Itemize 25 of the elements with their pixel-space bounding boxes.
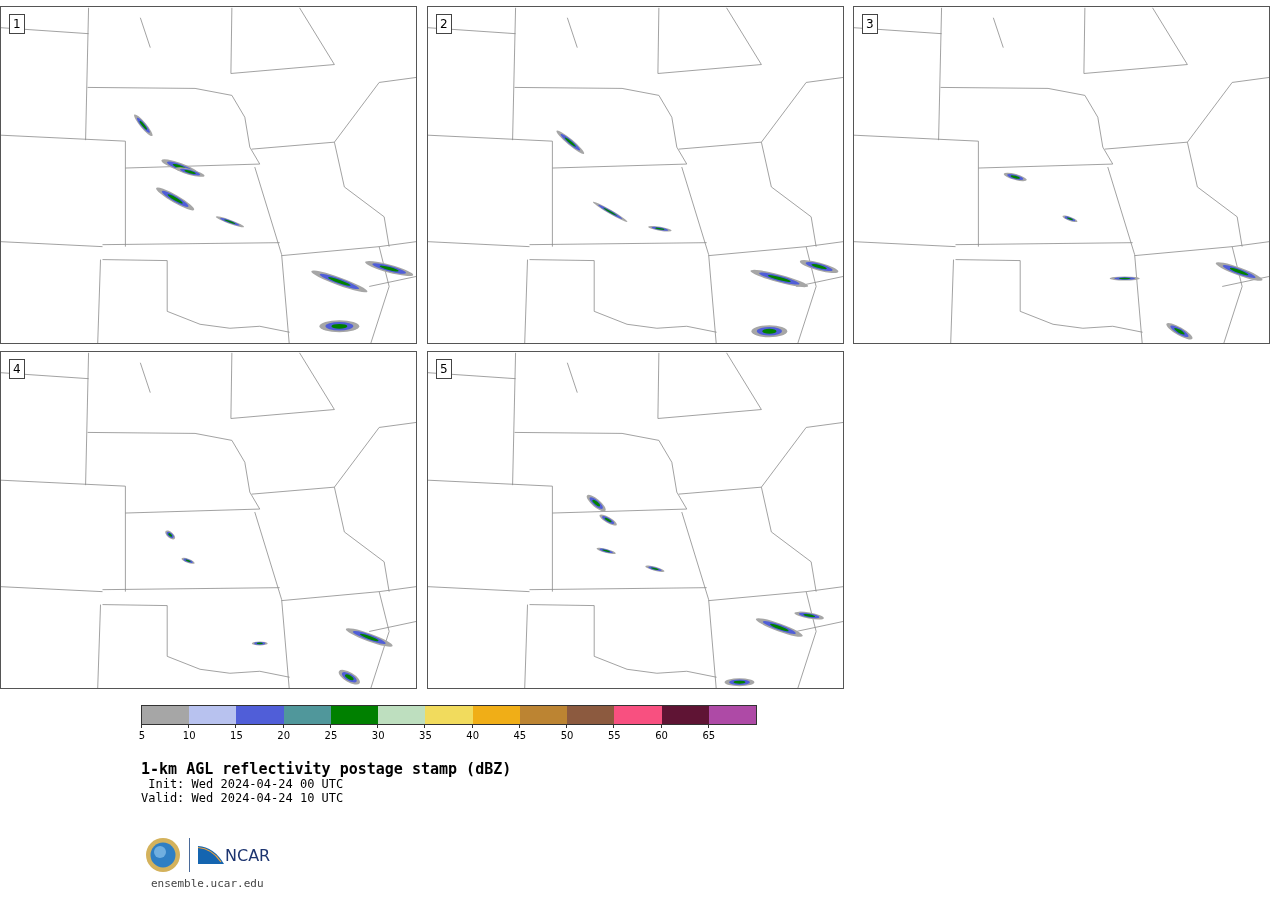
- tick-label: 10: [182, 730, 196, 741]
- swoosh-logo-icon: [198, 846, 224, 864]
- valid-time: Valid: Wed 2024-04-24 10 UTC: [141, 791, 345, 805]
- tick-label: 5: [138, 730, 146, 741]
- panel-number: 3: [862, 14, 878, 34]
- panel-number: 2: [436, 14, 452, 34]
- tick-label: 60: [655, 730, 668, 741]
- tick-label: 35: [419, 730, 432, 741]
- tick-label: 25: [324, 730, 338, 741]
- tick-label: 30: [371, 730, 385, 741]
- panel-number: 5: [436, 359, 452, 379]
- logo-text: NCAR: [225, 848, 271, 864]
- tick-label: 20: [277, 730, 291, 741]
- site-address: ensemble.ucar.edu: [150, 876, 265, 890]
- tick-label: 15: [230, 730, 243, 741]
- init-time: Init: Wed 2024-04-24 00 UTC: [147, 777, 345, 791]
- chart-title: 1-km AGL reflectivity postage stamp (dBZ): [141, 761, 513, 777]
- tick-label: 65: [702, 730, 716, 741]
- tick-label: 55: [608, 730, 621, 741]
- tick-label: 50: [560, 730, 574, 741]
- seal-logo-icon: [145, 837, 181, 873]
- panel-number: 4: [9, 359, 25, 379]
- panel-number: 1: [9, 14, 25, 34]
- tick-label: 45: [513, 730, 527, 741]
- tick-label: 40: [466, 730, 479, 741]
